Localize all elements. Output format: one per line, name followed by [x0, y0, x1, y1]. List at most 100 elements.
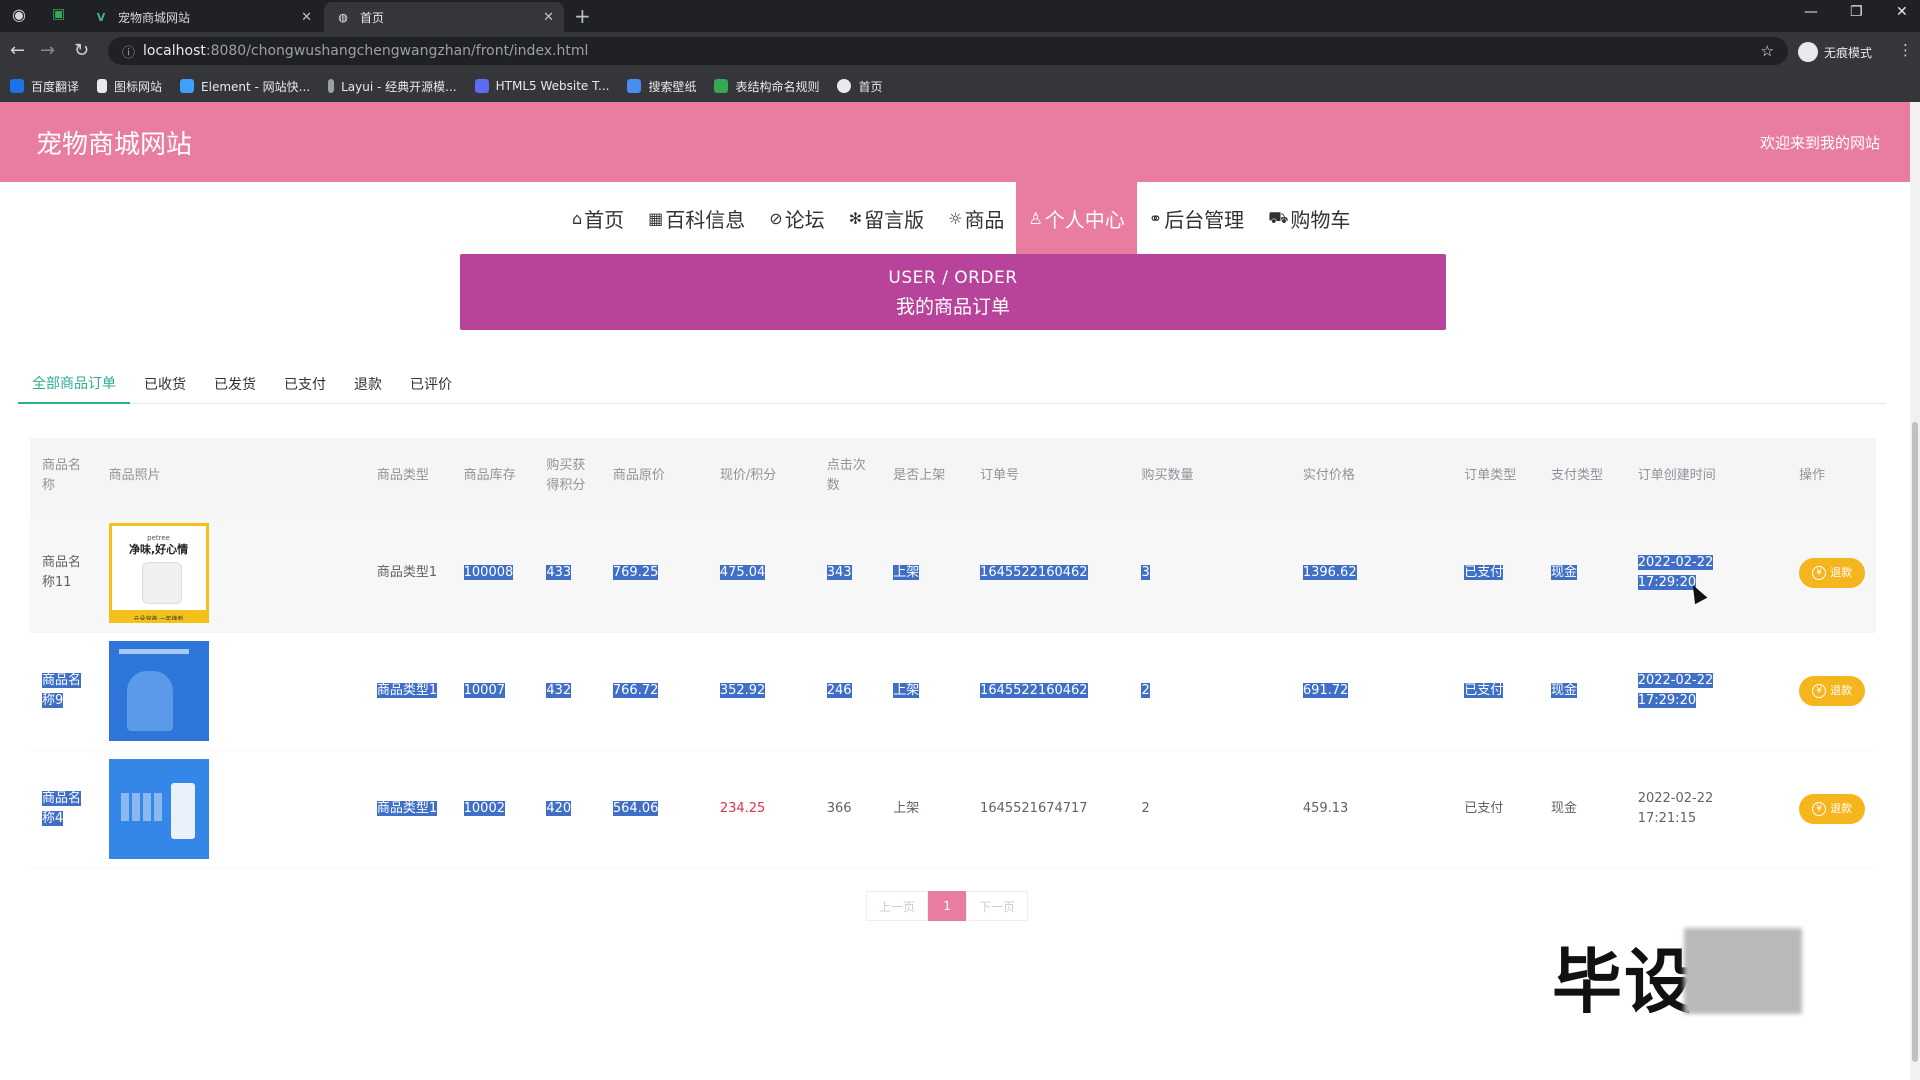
col-header: 支付类型 [1538, 438, 1626, 514]
nav-forum[interactable]: ⊘ 论坛 [757, 182, 836, 254]
product-name: 商品名称4 [42, 791, 82, 826]
on-shelf-status: 上架 [893, 683, 920, 698]
tab-reviewed[interactable]: 已评价 [396, 364, 466, 404]
tab-shipped[interactable]: 已发货 [200, 364, 270, 404]
original-price: 564.06 [612, 801, 659, 816]
page-number-button[interactable]: 1 [928, 891, 967, 921]
back-icon[interactable]: ← [10, 40, 25, 61]
tab-all-orders[interactable]: 全部商品订单 [18, 364, 130, 404]
nav-home[interactable]: ⌂ 首页 [560, 182, 636, 254]
page-scrollbar[interactable] [1910, 102, 1920, 1080]
tab-received[interactable]: 已收货 [130, 364, 200, 404]
tab-refund[interactable]: 退款 [340, 364, 396, 404]
pagination: 上一页 1 下一页 [866, 891, 1029, 921]
image-slogan-text: 净味,好心情 [128, 542, 189, 556]
close-icon[interactable]: ✕ [543, 10, 554, 25]
product-image[interactable]: petree 净味,好心情 云朵宠养 一年换新 [108, 522, 209, 623]
col-header: 购买数量 [1129, 438, 1291, 514]
forward-icon[interactable]: → [40, 40, 55, 61]
vue-icon: V [96, 10, 106, 24]
bookmark-item[interactable]: Layui - 经典开源模... [328, 78, 457, 95]
col-header: 订单类型 [1452, 438, 1539, 514]
product-image[interactable] [108, 641, 209, 741]
reload-icon[interactable]: ↻ [74, 40, 89, 61]
payment-type: 现金 [1538, 750, 1626, 869]
nav-personal-center[interactable]: ♙ 个人中心 [1016, 182, 1137, 254]
click-count: 246 [826, 683, 852, 698]
nav-cart[interactable]: ⛟ 购物车 [1256, 182, 1362, 254]
product-photo-cell [96, 750, 365, 869]
nav-products[interactable]: ☼ 商品 [936, 182, 1016, 254]
table-row[interactable]: 商品名称9 商品类型1 10007 432 766.72 352.92 246 … [30, 632, 1876, 751]
bookmark-item[interactable]: 表结构命名规则 [714, 78, 819, 95]
original-price: 766.72 [612, 683, 659, 698]
col-header: 商品照片 [96, 438, 365, 514]
paid-price: 1396.62 [1302, 564, 1357, 580]
col-header: 订单号 [968, 438, 1130, 514]
refund-button[interactable]: ¥ 退款 [1799, 676, 1866, 706]
bookmark-item[interactable]: 搜索壁纸 [627, 78, 696, 95]
current-price: 475.04 [719, 564, 766, 580]
table-row[interactable]: 商品名称4 商品类型1 10002 420 564.06 234.25 366 … [30, 750, 1876, 869]
app-icon[interactable]: ▣ [52, 6, 65, 22]
minimize-icon[interactable]: — [1804, 4, 1818, 20]
site-title[interactable]: 宠物商城网站 [36, 124, 192, 161]
incognito-label: 无痕模式 [1824, 45, 1873, 60]
tab-home[interactable]: ◍ 首页 ✕ [324, 2, 564, 32]
purchase-quantity: 2 [1129, 750, 1291, 869]
url-host: localhost [143, 43, 206, 59]
info-icon[interactable]: ⓘ [122, 42, 135, 61]
gift-icon: ☼ [948, 208, 963, 228]
product-type: 商品类型1 [364, 514, 452, 633]
browser-menu-icon[interactable]: ◉ [12, 5, 26, 24]
product-name: 商品名称9 [42, 673, 82, 708]
nav-admin[interactable]: ⚭ 后台管理 [1137, 182, 1256, 254]
bookmark-item[interactable]: Element - 网站快... [180, 78, 310, 95]
grid-icon: ▦ [648, 208, 664, 228]
tab-pet-store[interactable]: V 宠物商城网站 ✕ [82, 2, 322, 32]
nav-encyclopedia[interactable]: ▦ 百科信息 [636, 182, 757, 254]
incognito-indicator[interactable]: 无痕模式 [1798, 42, 1872, 62]
bookmark-item[interactable]: 百度翻译 [10, 78, 79, 95]
bookmark-item[interactable]: 首页 [837, 78, 883, 95]
yen-icon: ¥ [1812, 802, 1827, 816]
product-stock: 10002 [463, 801, 505, 816]
new-tab-icon[interactable]: + [574, 4, 591, 28]
restore-icon[interactable]: ❐ [1850, 4, 1863, 20]
scrollbar-thumb[interactable] [1912, 422, 1918, 1062]
prev-page-button[interactable]: 上一页 [866, 891, 929, 921]
order-tabs: 全部商品订单 已收货 已发货 已支付 退款 已评价 [18, 364, 1886, 404]
refund-button[interactable]: ¥ 退款 [1799, 794, 1866, 824]
col-header: 实付价格 [1290, 438, 1453, 514]
welcome-text: 欢迎来到我的网站 [1759, 134, 1880, 152]
original-price: 769.25 [612, 564, 659, 580]
main-nav: ⌂ 首页 ▦ 百科信息 ⊘ 论坛 ✻ 留言版 ☼ 商品 ♙ 个人中心 ⚭ 后台管理 ⛟ 购物车 [560, 182, 1362, 254]
yen-icon: ¥ [1812, 684, 1827, 698]
col-header: 商品原价 [600, 438, 708, 514]
layui-icon [328, 79, 335, 93]
purchase-quantity: 2 [1141, 683, 1150, 698]
col-header: 是否上架 [881, 438, 969, 514]
table-row[interactable]: 商品名称11 petree 净味,好心情 云朵宠养 一年换新 商品类型1 100… [30, 514, 1876, 633]
next-page-button[interactable]: 下一页 [966, 891, 1029, 921]
watermark-text: 毕设 [1552, 941, 1696, 1023]
product-stock: 100008 [463, 564, 514, 580]
browser-menu-icon[interactable]: ⋮ [1898, 41, 1913, 59]
purchase-points: 432 [546, 683, 572, 698]
bookmark-item[interactable]: HTML5 Website T... [474, 79, 609, 93]
tab-paid[interactable]: 已支付 [270, 364, 340, 404]
close-icon[interactable]: ✕ [301, 10, 312, 25]
product-name: 商品名称11 [30, 514, 97, 633]
bookmark-item[interactable]: 图标网站 [97, 78, 162, 95]
product-image[interactable] [108, 759, 209, 859]
image-decoration [120, 793, 165, 821]
banner-title-en: USER / ORDER [888, 268, 1018, 288]
window-close-icon[interactable]: ✕ [1896, 4, 1908, 20]
browser-tab-bar: ◉ ▣ V 宠物商城网站 ✕ ◍ 首页 ✕ + — ❐ ✕ [0, 0, 1920, 32]
refund-button[interactable]: ¥ 退款 [1799, 557, 1866, 588]
address-bar[interactable]: ⓘ localhost:8080/chongwushangchengwangzh… [108, 37, 1788, 65]
orders-table: 商品名称 商品照片 商品类型 商品库存 购买获得积分 商品原价 现价/积分 点击… [30, 438, 1876, 869]
star-icon[interactable]: ☆ [1761, 42, 1774, 60]
nav-message-board[interactable]: ✻ 留言版 [837, 182, 936, 254]
purchase-points: 433 [546, 564, 572, 580]
